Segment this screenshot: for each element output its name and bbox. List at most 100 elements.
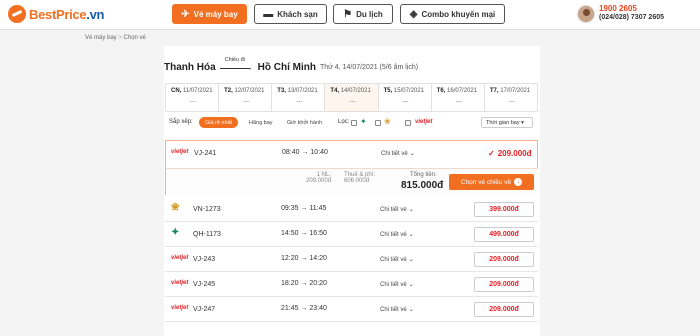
day-date: 11/07/2021 [183,88,213,94]
vietjet-logo: vietjet [171,280,189,286]
direction-label: Chiều đi [224,57,245,63]
day-name: T2, [224,88,233,94]
flight-row[interactable]: vietjet VJ-247 21:45 → 23:40 Chi tiết vé… [165,297,538,322]
adult-fare-value: 209.000đ [306,178,332,184]
day-date: 14/07/2021 [340,88,371,94]
day-price: --- [402,99,409,105]
flight-number: VJ-245 [193,281,216,288]
hotline-phone[interactable]: (024/028) 7307 2605 [599,14,664,21]
breadcrumb-home[interactable]: Vé máy bay [85,35,117,41]
ticket-detail-link[interactable]: Chi tiết vé ⌄ [380,306,414,313]
top-navbar: BestPrice.vn ✈ Vé máy bay ▬ Khách sạn ⚑ Du … [0,0,700,30]
flight-row[interactable]: vietjet VJ-243 12:20 → 14:20 Chi tiết vé… [165,247,538,272]
choose-return-button[interactable]: Chọn vé chiều về ↓ [449,174,534,190]
selected-price-value: 209.000đ [497,149,532,158]
day-tab-sun[interactable]: CN, 11/07/2021 --- [166,84,220,111]
vietnam-airlines-logo-icon: ❀ [171,202,180,213]
bed-icon: ▬ [263,8,274,20]
flight-list: vietjet VJ-241 08:40 → 10:40 Chi tiết vé… [165,140,538,322]
day-tab-thu[interactable]: T5, 15/07/2021 --- [379,84,432,111]
day-tab-fri[interactable]: T6, 16/07/2021 --- [432,84,485,111]
flight-row[interactable]: ❀ VN-1273 09:35 → 11:45 Chi tiết vé ⌄ 399… [165,197,538,222]
nav-travel-button[interactable]: ⚑ Du lịch [333,4,393,24]
ticket-detail-link[interactable]: Chi tiết vé ⌄ [381,150,415,157]
tax-fee: Thuế & phí: 606.000đ [344,172,375,184]
arrow-down-circle-icon: ↓ [514,178,523,186]
filter-bamboo-checkbox[interactable] [351,120,357,126]
price-button[interactable]: 499.000đ [474,227,534,242]
day-date: 15/07/2021 [393,88,424,94]
flight-row[interactable]: vietjet VJ-245 18:20 → 20:20 Chi tiết vé… [165,272,538,297]
total-label: Tổng tiền: [410,172,437,178]
sort-airline-button[interactable]: Hãng bay [243,117,279,128]
bamboo-logo-icon: ✦ [360,117,367,126]
day-tab-sat[interactable]: T7, 17/07/2021 --- [485,84,537,111]
day-price: --- [349,99,356,105]
flight-number: VJ-241 [194,150,217,157]
plane-icon: ✈ [181,8,190,20]
filter-vna-checkbox[interactable] [375,120,381,126]
price-button[interactable]: 209.000đ [474,252,534,267]
date-selector: CN, 11/07/2021 --- T2, 12/07/2021 --- T3, … [165,83,538,112]
day-date: 13/07/2021 [287,88,318,94]
day-name: T3, [277,88,286,94]
route-header: Thanh Hóa Chiều đi → Hồ Chí Minh Thứ 4, … [164,57,418,73]
breadcrumb: Vé máy bay > Chọn vé [85,35,146,41]
chevron-down-icon: ⌄ [408,282,414,288]
flight-number: VJ-243 [193,256,216,263]
day-name: CN, [171,88,182,94]
ticket-detail-link[interactable]: Chi tiết vé ⌄ [380,281,414,288]
ticket-detail-link[interactable]: Chi tiết vé ⌄ [380,206,414,213]
bamboo-logo-icon: ✦ [171,227,180,238]
brand-domain: .vn [86,6,105,22]
flight-number: QH-1173 [193,231,221,238]
chevron-down-icon: ▾ [521,120,524,126]
day-name: T5, [383,88,393,94]
route-arrow: Chiều đi → [219,57,254,73]
ticket-detail-label: Chi tiết vé [380,307,407,313]
hotline-number[interactable]: 1900 2605 [599,4,637,13]
day-tab-tue[interactable]: T3, 13/07/2021 --- [272,84,326,111]
sort-label: Sắp xếp: [169,119,193,125]
sort-cheapest-button[interactable]: Giá rẻ nhất [199,117,239,128]
price-button[interactable]: 209.000đ [474,302,534,317]
sort-select-value: Thời gian bay [486,120,520,126]
filter-vietjet-checkbox[interactable] [405,120,411,126]
flight-time: 08:40 → 10:40 [282,149,328,156]
day-price: --- [296,99,303,105]
travel-icon: ⚑ [343,8,353,20]
sort-select[interactable]: Thời gian bay ▾ [481,117,533,128]
tag-icon: ◈ [409,8,418,20]
price-button[interactable]: 209.000đ [474,277,534,292]
flight-number: VJ-247 [193,306,216,313]
day-date: 12/07/2021 [234,88,265,94]
ticket-detail-label: Chi tiết vé [380,207,407,213]
vietjet-logo: vietjet [171,255,189,261]
chevron-down-icon: ⌄ [409,151,415,157]
nav-promo-button[interactable]: ◈ Combo khuyến mại [400,4,505,24]
flight-time: 18:20 → 20:20 [281,280,327,287]
ticket-detail-label: Chi tiết vé [380,232,407,238]
day-tab-wed[interactable]: T4, 14/07/2021 --- [325,84,379,111]
nav-flights-button[interactable]: ✈ Vé máy bay [172,4,247,24]
flight-row-selected[interactable]: vietjet VJ-241 08:40 → 10:40 Chi tiết vé… [165,140,538,195]
flight-time: 21:45 → 23:40 [281,305,327,312]
route-to: Hồ Chí Minh [257,61,316,73]
sort-departure-button[interactable]: Giờ khởi hành [281,117,328,128]
price-button[interactable]: 399.000đ [474,202,534,217]
check-icon: ✓ [488,149,495,158]
ticket-detail-label: Chi tiết vé [380,282,407,288]
support-avatar [577,5,595,23]
bestprice-logo[interactable]: BestPrice.vn [8,5,104,23]
ticket-detail-link[interactable]: Chi tiết vé ⌄ [380,256,414,263]
chevron-down-icon: ⌄ [408,232,414,238]
day-name: T6, [436,88,446,94]
ticket-detail-label: Chi tiết vé [380,257,407,263]
total-price: 815.000đ [401,180,444,191]
flight-row[interactable]: ✦ QH-1173 14:50 → 16:50 Chi tiết vé ⌄ 499… [165,222,538,247]
ticket-detail-link[interactable]: Chi tiết vé ⌄ [380,231,414,238]
nav-hotels-button[interactable]: ▬ Khách sạn [254,4,327,24]
day-price: --- [243,99,250,105]
day-tab-mon[interactable]: T2, 12/07/2021 --- [219,84,273,111]
tax-fee-value: 606.000đ [344,178,370,184]
